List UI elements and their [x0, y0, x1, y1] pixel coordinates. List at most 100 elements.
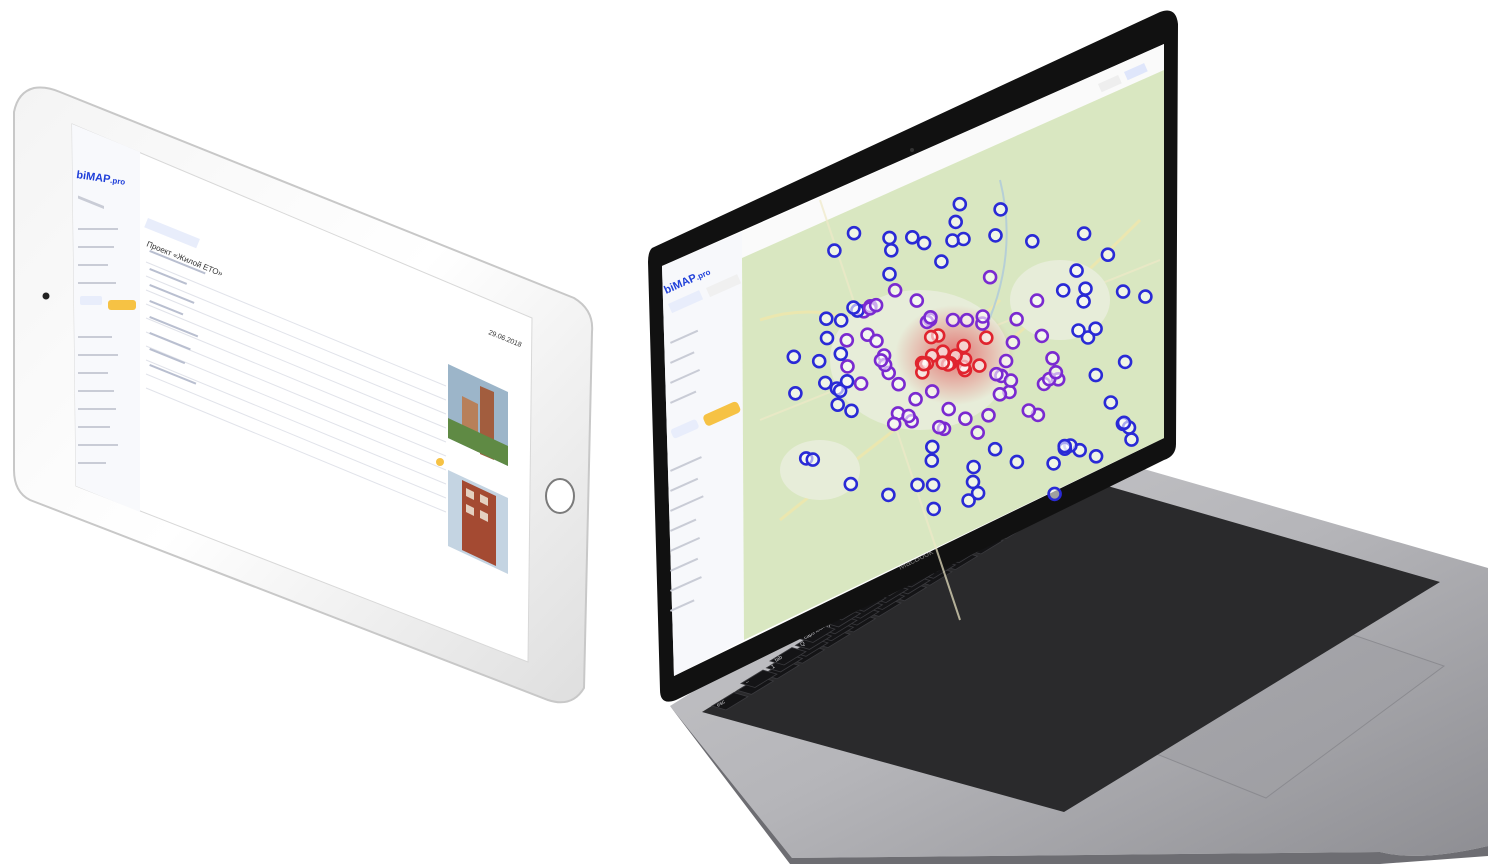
map-marker-icon[interactable]	[931, 419, 947, 435]
map-marker-icon[interactable]	[982, 269, 998, 285]
map-marker-icon[interactable]	[923, 329, 939, 345]
map-marker-icon[interactable]	[833, 313, 849, 328]
map-marker-icon[interactable]	[993, 202, 1008, 217]
map-marker-icon[interactable]	[916, 356, 932, 372]
map-marker-icon[interactable]	[1071, 323, 1086, 338]
map-marker-icon[interactable]	[1003, 373, 1019, 388]
map-marker-icon[interactable]	[1138, 289, 1153, 304]
map-marker-icon[interactable]	[1047, 486, 1062, 502]
map-marker-icon[interactable]	[1048, 364, 1064, 380]
map-marker-icon[interactable]	[846, 225, 862, 241]
map-marker-icon[interactable]	[1057, 438, 1072, 454]
map-marker-icon[interactable]	[901, 408, 916, 424]
map-marker-icon[interactable]	[839, 373, 855, 389]
map-marker-icon[interactable]	[1088, 321, 1103, 337]
map-marker-icon[interactable]	[987, 441, 1003, 457]
map-marker-icon[interactable]	[923, 309, 938, 325]
map-marker-icon[interactable]	[1103, 395, 1119, 410]
map-marker-icon[interactable]	[840, 359, 855, 374]
map-marker-icon[interactable]	[956, 338, 972, 354]
map-marker-icon[interactable]	[1076, 294, 1091, 309]
map-marker-icon[interactable]	[945, 233, 960, 248]
map-marker-icon[interactable]	[817, 375, 833, 391]
map-marker-icon[interactable]	[1100, 247, 1116, 262]
map-marker-icon[interactable]	[978, 330, 994, 346]
map-marker-icon[interactable]	[1088, 367, 1104, 383]
map-marker-icon[interactable]	[873, 353, 889, 368]
map-marker-icon[interactable]	[970, 425, 986, 440]
map-marker-icon[interactable]	[948, 214, 964, 230]
map-marker-icon[interactable]	[830, 397, 846, 413]
map-marker-icon[interactable]	[788, 385, 803, 401]
map-marker-icon[interactable]	[1078, 281, 1093, 297]
map-marker-icon[interactable]	[853, 376, 869, 391]
map-marker-icon[interactable]	[958, 411, 973, 427]
map-marker-icon[interactable]	[805, 452, 821, 467]
map-marker-icon[interactable]	[916, 235, 932, 251]
map-marker-icon[interactable]	[891, 376, 906, 392]
map-marker-icon[interactable]	[965, 474, 981, 490]
map-marker-icon[interactable]	[1029, 293, 1045, 308]
map-marker-icon[interactable]	[1025, 234, 1040, 249]
map-marker-icon[interactable]	[1045, 350, 1060, 366]
map-marker-icon[interactable]	[925, 477, 941, 493]
map-marker-icon[interactable]	[843, 476, 859, 492]
map-marker-icon[interactable]	[883, 243, 899, 258]
map-marker-icon[interactable]	[934, 254, 949, 269]
map-marker-icon[interactable]	[1124, 432, 1139, 447]
tablet-filter-button[interactable]	[80, 296, 102, 305]
tablet-create-button[interactable]	[108, 300, 136, 310]
map-marker-icon[interactable]	[839, 332, 855, 348]
map-marker-icon[interactable]	[924, 439, 940, 455]
map-marker-icon[interactable]	[992, 386, 1008, 402]
map-marker-icon[interactable]	[952, 196, 968, 212]
map-marker-icon[interactable]	[786, 349, 802, 365]
map-marker-icon[interactable]	[972, 358, 987, 373]
map-marker-icon[interactable]	[910, 477, 925, 493]
tablet-home-button[interactable]	[545, 478, 575, 514]
map-marker-icon[interactable]	[1116, 415, 1132, 431]
map-marker-icon[interactable]	[1009, 454, 1025, 470]
map-marker-icon[interactable]	[989, 366, 1004, 382]
map-marker-icon[interactable]	[924, 384, 940, 399]
map-marker-icon[interactable]	[811, 353, 827, 369]
map-marker-icon[interactable]	[827, 243, 842, 258]
map-marker-icon[interactable]	[924, 453, 940, 468]
map-marker-icon[interactable]	[1005, 335, 1021, 350]
map-marker-icon[interactable]	[1088, 448, 1104, 464]
map-marker-icon[interactable]	[869, 333, 884, 349]
map-marker-icon[interactable]	[926, 501, 942, 517]
map-marker-icon[interactable]	[975, 309, 991, 324]
map-marker-icon[interactable]	[1055, 283, 1071, 298]
map-marker-icon[interactable]	[846, 300, 861, 315]
map-marker-icon[interactable]	[886, 416, 902, 432]
map-marker-icon[interactable]	[1069, 263, 1084, 278]
map-marker-icon[interactable]	[887, 282, 903, 298]
map-marker-icon[interactable]	[833, 346, 849, 362]
map-marker-icon[interactable]	[1009, 311, 1024, 327]
map-marker-icon[interactable]	[819, 330, 835, 346]
map-marker-icon[interactable]	[988, 228, 1003, 243]
map-marker-icon[interactable]	[1115, 284, 1131, 299]
map-marker-icon[interactable]	[959, 312, 975, 328]
map-marker-icon[interactable]	[844, 403, 859, 419]
map-marker-icon[interactable]	[868, 297, 884, 313]
map-marker-icon[interactable]	[945, 312, 961, 328]
map-marker-icon[interactable]	[882, 266, 897, 282]
map-marker-icon[interactable]	[882, 230, 897, 246]
map-marker-icon[interactable]	[1021, 403, 1037, 418]
map-marker-icon[interactable]	[1076, 226, 1092, 241]
map-marker-icon[interactable]	[818, 311, 834, 327]
map-marker-icon[interactable]	[904, 230, 920, 245]
map-marker-icon[interactable]	[966, 459, 981, 475]
map-marker-icon[interactable]	[909, 293, 925, 308]
map-marker-icon[interactable]	[998, 353, 1014, 369]
map-marker-icon[interactable]	[1034, 328, 1050, 344]
map-marker-icon[interactable]	[941, 401, 957, 417]
map-marker-icon[interactable]	[981, 407, 996, 423]
map-marker-icon[interactable]	[881, 487, 896, 503]
map-marker-icon[interactable]	[908, 391, 923, 407]
map-marker-icon[interactable]	[1046, 456, 1061, 471]
map-marker-icon[interactable]	[935, 355, 951, 371]
map-marker-icon[interactable]	[1117, 354, 1133, 370]
